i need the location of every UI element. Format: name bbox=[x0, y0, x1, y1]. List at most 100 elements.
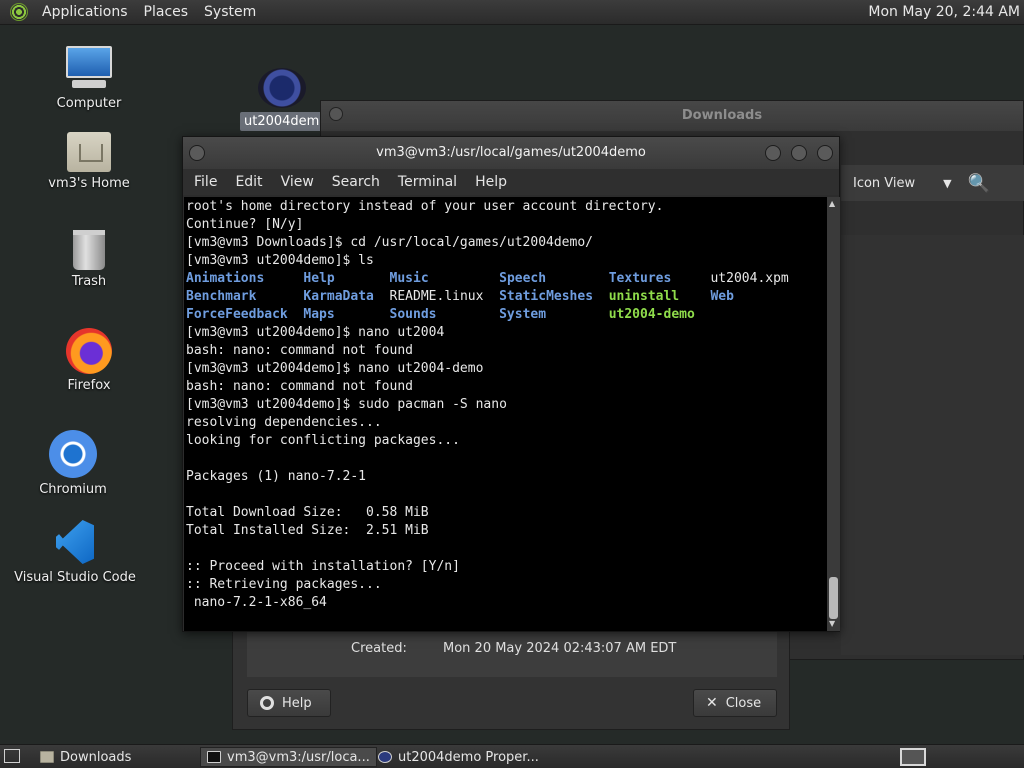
properties-dialog: Created: Mon 20 May 2024 02:43:07 AM EDT… bbox=[232, 620, 790, 730]
ls-entry: Benchmark bbox=[186, 289, 257, 304]
menu-places[interactable]: Places bbox=[136, 4, 197, 20]
ls-entry: Speech bbox=[499, 271, 547, 286]
desktop-icon-chromium[interactable]: Chromium bbox=[8, 430, 138, 497]
maximize-icon[interactable] bbox=[791, 145, 807, 161]
terminal-line: [vm3@vm3 ut2004demo]$ nano ut2004-demo bbox=[186, 361, 484, 376]
terminal-line: [vm3@vm3 ut2004demo]$ nano ut2004 bbox=[186, 325, 445, 340]
terminal-line: Total Download Size: 0.58 MiB bbox=[186, 505, 429, 520]
minimize-icon[interactable] bbox=[765, 145, 781, 161]
view-mode-label[interactable]: Icon View bbox=[853, 176, 915, 191]
ls-output-row: Animations Help Music Speech Textures ut… bbox=[186, 270, 827, 288]
close-icon: ✕ bbox=[706, 695, 718, 711]
task-terminal[interactable]: vm3@vm3:/usr/loca... bbox=[200, 747, 377, 767]
chevron-down-icon[interactable]: ▼ bbox=[943, 177, 951, 190]
scroll-down-icon[interactable]: ▼ bbox=[829, 619, 835, 628]
distro-logo-icon[interactable] bbox=[10, 3, 28, 21]
menu-terminal[interactable]: Terminal bbox=[389, 174, 466, 190]
home-folder-icon bbox=[67, 132, 111, 172]
downloads-toolbar: Icon View ▼ 🔍 bbox=[841, 165, 1024, 201]
trash-icon bbox=[73, 230, 105, 270]
terminal-line: nano-7.2-1-x86_64 bbox=[186, 595, 327, 610]
window-close-icon[interactable] bbox=[817, 145, 833, 161]
ls-entry: Music bbox=[389, 271, 429, 286]
ls-entry: System bbox=[499, 307, 547, 322]
desktop-icon-label: vm3's Home bbox=[48, 176, 130, 191]
terminal-line: root's home directory instead of your us… bbox=[186, 199, 664, 214]
terminal-line: Continue? [N/y] bbox=[186, 217, 304, 232]
menu-view[interactable]: View bbox=[272, 174, 323, 190]
desktop-icon-vscode[interactable]: Visual Studio Code bbox=[10, 520, 140, 585]
task-label: Downloads bbox=[60, 749, 132, 765]
window-close-icon[interactable] bbox=[329, 107, 343, 121]
menu-applications[interactable]: Applications bbox=[34, 4, 136, 20]
ls-output-row: Benchmark KarmaData README.linux StaticM… bbox=[186, 288, 827, 306]
window-menu-icon[interactable] bbox=[189, 145, 205, 161]
terminal-titlebar[interactable]: vm3@vm3:/usr/local/games/ut2004demo bbox=[183, 137, 839, 169]
terminal-line: bash: nano: command not found bbox=[186, 343, 413, 358]
help-button[interactable]: Help bbox=[247, 689, 331, 717]
task-downloads[interactable]: Downloads bbox=[34, 747, 137, 767]
scroll-up-icon[interactable]: ▲ bbox=[829, 199, 835, 208]
ls-entry: Web bbox=[710, 289, 734, 304]
menu-edit[interactable]: Edit bbox=[226, 174, 271, 190]
terminal-line: resolving dependencies... bbox=[186, 415, 382, 430]
created-label: Created: bbox=[351, 641, 407, 656]
chromium-icon bbox=[49, 430, 97, 478]
firefox-icon bbox=[66, 328, 112, 374]
ls-entry: KarmaData bbox=[303, 289, 374, 304]
ls-entry: Sounds bbox=[389, 307, 437, 322]
desktop-icon-label: Visual Studio Code bbox=[14, 570, 136, 585]
terminal-line: [vm3@vm3 Downloads]$ cd /usr/local/games… bbox=[186, 235, 593, 250]
terminal-line: Total Installed Size: 2.51 MiB bbox=[186, 523, 429, 538]
desktop-icon-firefox[interactable]: Firefox bbox=[24, 328, 154, 393]
menu-search[interactable]: Search bbox=[323, 174, 389, 190]
ls-entry: ForceFeedback bbox=[186, 307, 288, 322]
ut2004-icon bbox=[378, 751, 392, 763]
desktop-icon-trash[interactable]: Trash bbox=[24, 230, 154, 289]
terminal-icon bbox=[207, 751, 221, 763]
downloads-window-title: Downloads bbox=[321, 101, 1023, 131]
vscode-icon bbox=[52, 520, 98, 566]
desktop-icon-label: Computer bbox=[56, 96, 122, 111]
search-icon[interactable]: 🔍 bbox=[968, 173, 990, 194]
terminal-scrollbar[interactable]: ▲ ▼ bbox=[827, 197, 840, 631]
desktop-icon-home[interactable]: vm3's Home bbox=[24, 132, 154, 191]
desktop-icon-computer[interactable]: Computer bbox=[24, 46, 154, 111]
top-menu: Applications Places System bbox=[34, 4, 264, 20]
task-label: vm3@vm3:/usr/loca... bbox=[227, 749, 370, 765]
scrollbar-thumb[interactable] bbox=[829, 577, 838, 619]
terminal-line: looking for conflicting packages... bbox=[186, 433, 460, 448]
menu-system[interactable]: System bbox=[196, 4, 264, 20]
terminal-line: [vm3@vm3 ut2004demo]$ sudo pacman -S nan… bbox=[186, 397, 507, 412]
menu-help[interactable]: Help bbox=[466, 174, 516, 190]
menu-file[interactable]: File bbox=[185, 174, 226, 190]
terminal-line: [vm3@vm3 ut2004demo]$ ls bbox=[186, 253, 374, 268]
task-ut2004demo-properties[interactable]: ut2004demo Proper... bbox=[372, 747, 545, 767]
terminal-line: bash: nano: command not found bbox=[186, 379, 413, 394]
bottom-panel: Downloads vm3@vm3:/usr/loca... ut2004dem… bbox=[0, 744, 1024, 768]
ls-entry: uninstall bbox=[608, 289, 680, 304]
workspace-switcher[interactable] bbox=[900, 748, 926, 766]
created-value: Mon 20 May 2024 02:43:07 AM EDT bbox=[443, 641, 677, 656]
show-desktop-icon[interactable] bbox=[4, 749, 20, 763]
desktop-icon-label: Chromium bbox=[39, 482, 107, 497]
ls-entry: README.linux bbox=[389, 289, 484, 304]
close-button-label: Close bbox=[725, 695, 762, 711]
ls-entry: ut2004.xpm bbox=[710, 271, 789, 286]
folder-icon bbox=[40, 751, 54, 763]
help-icon bbox=[260, 696, 274, 710]
ut2004demo-icon-label[interactable]: ut2004demo bbox=[240, 112, 332, 131]
ut2004-icon[interactable] bbox=[258, 68, 306, 108]
clock[interactable]: Mon May 20, 2:44 AM bbox=[868, 4, 1020, 20]
close-button[interactable]: ✕ Close bbox=[693, 689, 777, 717]
terminal-title: vm3@vm3:/usr/local/games/ut2004demo bbox=[376, 145, 646, 160]
ls-entry: ut2004-demo bbox=[608, 307, 695, 322]
terminal-line: :: Retrieving packages... bbox=[186, 577, 382, 592]
terminal-output[interactable]: root's home directory instead of your us… bbox=[184, 197, 827, 631]
downloads-content-area[interactable] bbox=[841, 235, 1024, 655]
computer-icon bbox=[64, 46, 114, 92]
terminal-window: vm3@vm3:/usr/local/games/ut2004demo File… bbox=[182, 136, 840, 632]
help-button-label: Help bbox=[282, 695, 312, 711]
desktop-icon-label: Trash bbox=[71, 274, 107, 289]
